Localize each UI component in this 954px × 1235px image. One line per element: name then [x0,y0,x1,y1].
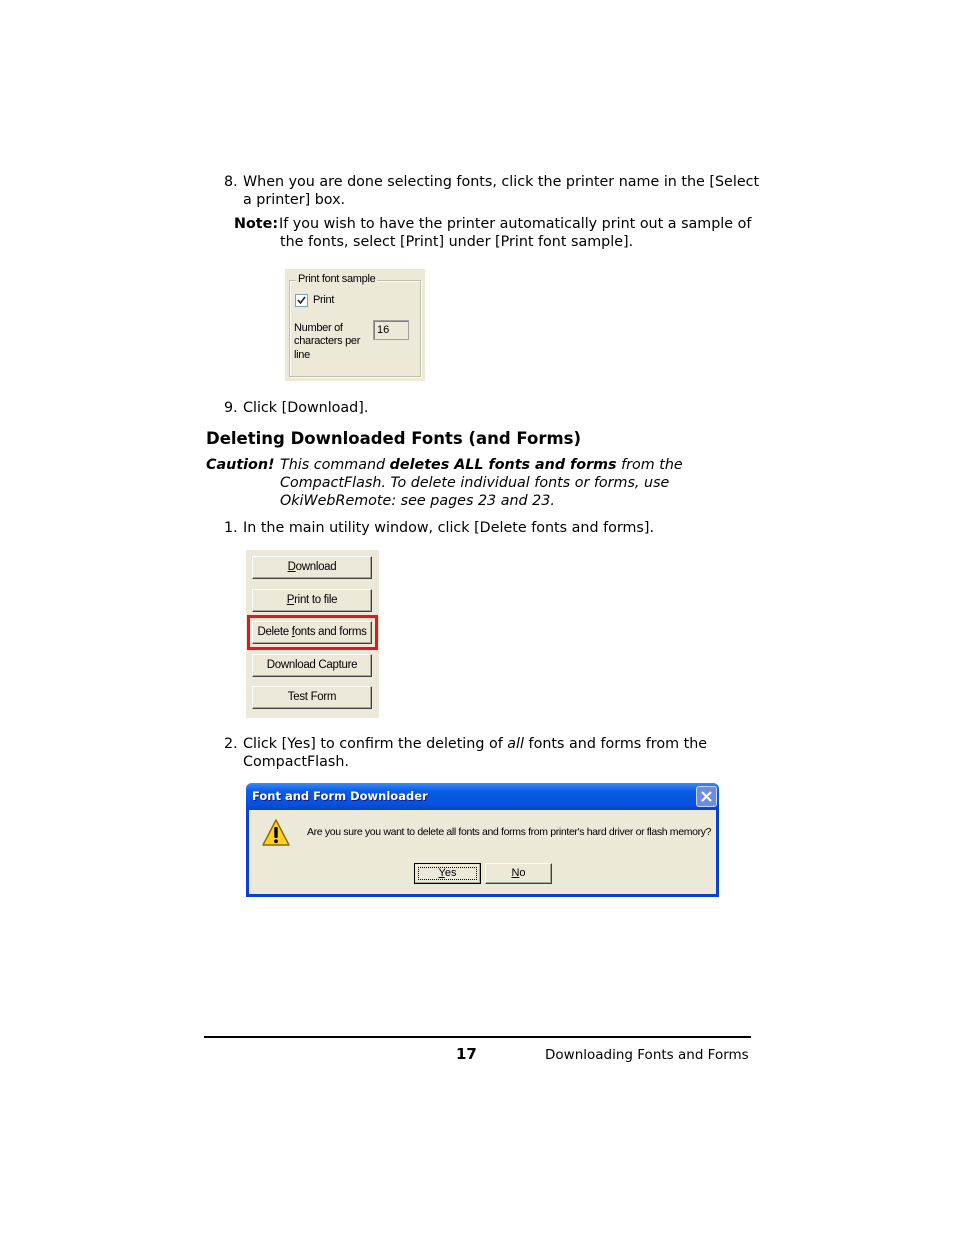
checkmark-icon [297,296,306,305]
dialog-close-button[interactable] [696,786,717,807]
footer-rule [204,1036,751,1038]
step-2-text-line1: Click [Yes] to confirm the deleting of a… [243,735,707,753]
dialog-message: Are you sure you want to delete all font… [307,826,712,838]
caution-text-line1: This command deletes ALL fonts and forms… [280,456,683,474]
footer-section-title: Downloading Fonts and Forms [545,1047,749,1063]
document-page: 8. When you are done selecting fonts, cl… [0,0,954,1235]
step-9-number: 9. [224,400,238,416]
print-checkbox-label: Print [313,294,335,306]
note-label: Note: [234,216,279,232]
dialog-no-button[interactable]: No [485,863,552,884]
step-2-number: 2. [224,736,238,752]
chars-per-line-label-3: line [294,349,310,361]
chars-per-line-input[interactable]: 16 [373,320,409,340]
caution-label: Caution! [206,457,275,473]
step-8-number: 8. [224,174,238,190]
print-to-file-button[interactable]: Print to file [252,589,372,612]
print-font-sample-panel: Print font sample Print Number of charac… [285,269,425,381]
warning-icon [262,819,290,846]
caution-text-pre: This command [280,457,390,473]
print-checkbox[interactable] [295,294,308,307]
section-heading: Deleting Downloaded Fonts (and Forms) [206,429,582,448]
step-1-number: 1. [224,520,238,536]
note-text-line2: the fonts, select [Print] under [Print f… [280,234,634,250]
test-form-button[interactable]: Test Form [252,686,372,709]
caution-text-line3: OkiWebRemote: see pages 23 and 23. [280,493,555,509]
step-1-text: In the main utility window, click [Delet… [243,520,654,536]
step-8-text-line2: a printer] box. [243,192,346,208]
step-8-text-line1: When you are done selecting fonts, click… [243,174,760,190]
download-button[interactable]: Download [252,556,372,579]
step-2-text-pre: Click [Yes] to confirm the deleting of [243,736,508,752]
confirm-dialog: Font and Form Downloader Are you sure yo… [246,783,719,897]
caution-text-post: from the [616,457,683,473]
groupbox-legend: Print font sample [296,273,378,285]
dialog-yes-button[interactable]: Yes [414,863,481,884]
focus-rect [418,867,477,880]
chars-per-line-label-1: Number of [294,322,343,334]
step-2-text-post: fonts and forms from the [524,736,708,752]
note-text-line1: If you wish to have the printer automati… [279,216,752,232]
caution-text-bold: deletes ALL fonts and forms [389,457,617,473]
step-9-text: Click [Download]. [243,400,369,416]
caution-text-line2: CompactFlash. To delete individual fonts… [280,475,670,491]
download-capture-button[interactable]: Download Capture [252,654,372,677]
dialog-titlebar[interactable]: Font and Form Downloader [246,783,719,810]
chars-per-line-label-2: characters per [294,335,361,347]
dialog-title: Font and Form Downloader [252,789,428,803]
highlight-box [247,615,378,650]
close-icon [701,791,712,802]
step-2-text-italic: all [507,736,525,752]
page-number: 17 [456,1045,477,1063]
step-2-text-line2: CompactFlash. [243,754,349,770]
